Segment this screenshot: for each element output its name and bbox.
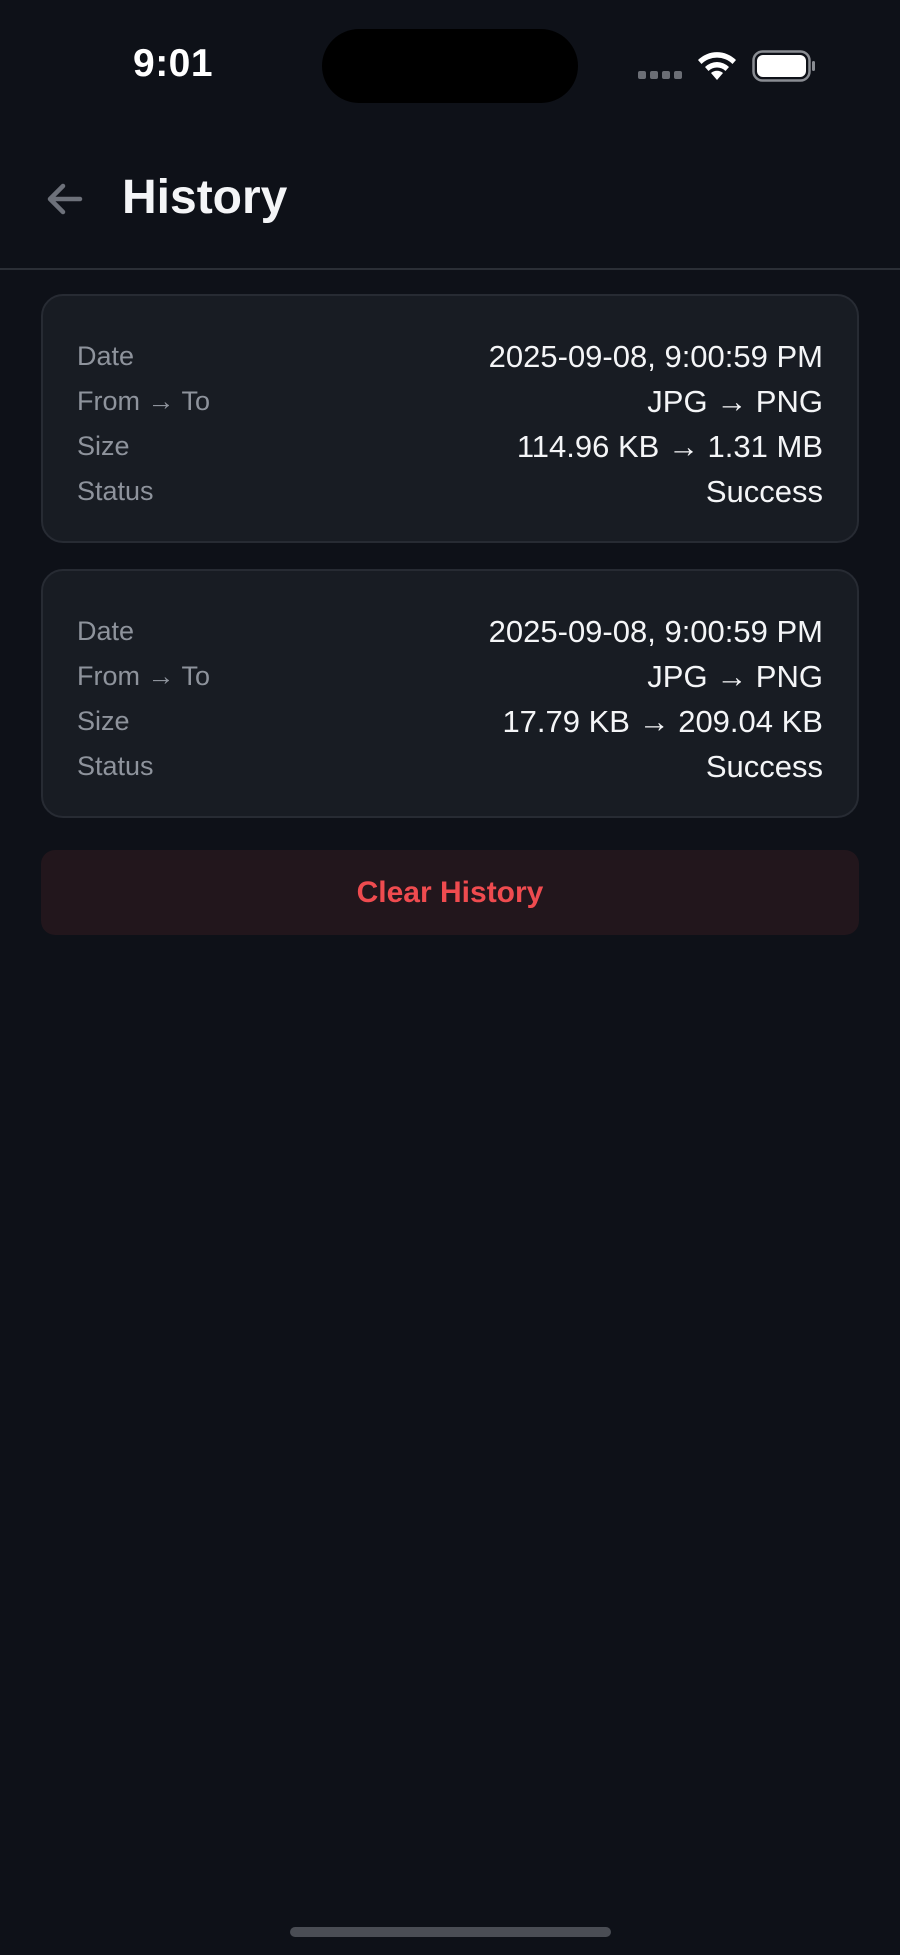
date-label: Date: [77, 616, 135, 646]
status-value: Success: [705, 473, 823, 509]
status-row: Status Success: [77, 469, 823, 514]
header: History: [0, 150, 900, 270]
status-bar: 9:01: [0, 0, 900, 120]
format-row: From → To JPG → PNG: [77, 654, 823, 699]
wifi-icon: [698, 52, 736, 80]
date-label: Date: [77, 341, 135, 371]
format-row: From → To JPG → PNG: [77, 379, 823, 424]
size-row: Size 17.79 KB → 209.04 KB: [77, 699, 823, 744]
date-value: 2025-09-08, 9:00:59 PM: [488, 338, 823, 374]
size-value: 17.79 KB → 209.04 KB: [502, 703, 823, 739]
format-value: JPG → PNG: [647, 658, 823, 694]
history-list: Date 2025-09-08, 9:00:59 PM From → To JP…: [41, 294, 859, 844]
status-time: 9:01: [133, 42, 214, 85]
status-value: Success: [705, 748, 823, 784]
page-title: History: [122, 171, 288, 224]
format-label: From → To: [77, 386, 211, 416]
format-label: From → To: [77, 661, 211, 691]
size-value: 114.96 KB → 1.31 MB: [516, 428, 823, 464]
date-row: Date 2025-09-08, 9:00:59 PM: [77, 334, 823, 379]
history-card: Date 2025-09-08, 9:00:59 PM From → To JP…: [41, 294, 859, 543]
date-row: Date 2025-09-08, 9:00:59 PM: [77, 609, 823, 654]
home-indicator: [290, 1927, 611, 1937]
status-label: Status: [77, 751, 154, 781]
format-value: JPG → PNG: [647, 383, 823, 419]
arrow-left-icon[interactable]: [40, 174, 90, 224]
history-card: Date 2025-09-08, 9:00:59 PM From → To JP…: [41, 569, 859, 818]
date-value: 2025-09-08, 9:00:59 PM: [488, 613, 823, 649]
dynamic-island: [322, 29, 578, 103]
clear-history-button[interactable]: Clear History: [41, 850, 859, 935]
size-row: Size 114.96 KB → 1.31 MB: [77, 424, 823, 469]
size-label: Size: [77, 431, 130, 461]
battery-icon: [752, 50, 815, 82]
status-label: Status: [77, 476, 154, 506]
status-row: Status Success: [77, 744, 823, 789]
size-label: Size: [77, 706, 130, 736]
cellular-signal-icon: [638, 71, 684, 79]
